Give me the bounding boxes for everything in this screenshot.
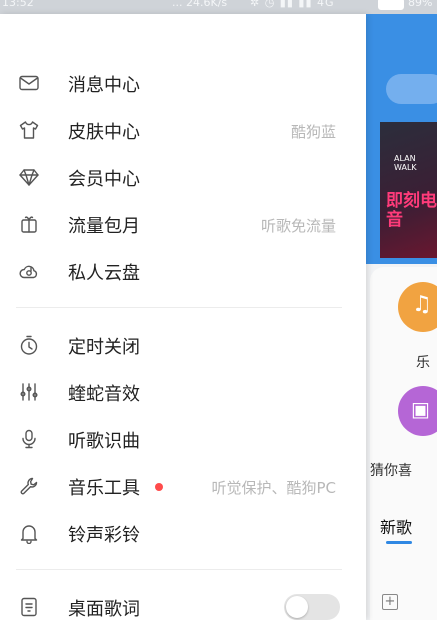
menu-item-label: 定时关闭 bbox=[68, 337, 140, 358]
menu-item-label: 会员中心 bbox=[68, 169, 140, 190]
wrench-icon bbox=[18, 475, 40, 497]
menu-item-sound-effects[interactable]: 蝰蛇音效 bbox=[0, 371, 366, 411]
shirt-icon bbox=[18, 119, 40, 141]
desktop-lyrics-toggle[interactable] bbox=[284, 594, 340, 620]
equalizer-icon bbox=[18, 381, 40, 403]
menu-item-cloud-disk[interactable]: 私人云盘 bbox=[0, 250, 366, 290]
menu-item-label: 私人云盘 bbox=[68, 263, 140, 284]
menu-item-skins[interactable]: 皮肤中心 酷狗蓝 bbox=[0, 109, 366, 149]
divider bbox=[16, 307, 342, 308]
banner-title: 即刻电音 bbox=[386, 191, 437, 230]
menu-item-sleep-timer[interactable]: 定时关闭 bbox=[0, 324, 366, 364]
shortcut-label-1: 乐 bbox=[416, 355, 430, 371]
background-search-bar bbox=[386, 74, 437, 104]
network-type: 4G bbox=[317, 0, 335, 9]
menu-item-messages[interactable]: 消息中心 bbox=[0, 62, 366, 102]
menu-item-label: 音乐工具 bbox=[68, 478, 140, 499]
menu-item-music-tools[interactable]: 音乐工具 听觉保护、酷狗PC bbox=[0, 465, 366, 505]
background-banner: ALAN WALK 即刻电音 bbox=[380, 122, 437, 258]
menu-item-desktop-lyrics[interactable]: 桌面歌词 bbox=[0, 586, 366, 620]
banner-small-text: ALAN WALK bbox=[394, 154, 417, 172]
menu-item-value: 酷狗蓝 bbox=[290, 123, 336, 141]
menu-item-label: 听歌识曲 bbox=[68, 431, 140, 452]
menu-item-vip[interactable]: 会员中心 bbox=[0, 156, 366, 196]
notification-dot bbox=[155, 483, 163, 491]
gift-icon bbox=[18, 213, 40, 235]
menu-item-label: 蝰蛇音效 bbox=[68, 384, 140, 405]
menu-item-value: 听歌免流量 bbox=[260, 217, 336, 235]
lyrics-icon bbox=[18, 596, 40, 618]
bell-icon bbox=[18, 522, 40, 545]
side-drawer: 消息中心 皮肤中心 酷狗蓝 会员中心 流量包月 听歌免流量 私人云盘 定时关闭 bbox=[0, 14, 366, 620]
status-bar: 13:52 ... 24.6K/s ✲ ◷ ▮▮ ▮▮ 4G 89% bbox=[0, 0, 437, 14]
menu-item-label: 消息中心 bbox=[68, 75, 140, 96]
status-time: 13:52 bbox=[2, 0, 34, 9]
toggle-knob bbox=[286, 596, 308, 618]
menu-item-ringtones[interactable]: 铃声彩铃 bbox=[0, 512, 366, 552]
add-icon: + bbox=[382, 594, 398, 610]
menu-item-label: 流量包月 bbox=[68, 216, 140, 237]
envelope-icon bbox=[18, 72, 40, 94]
battery-icon bbox=[378, 0, 404, 10]
background-app[interactable]: ALAN WALK 即刻电音 ♫ 乐 ▣ 猜你喜 新歌 + bbox=[366, 14, 437, 620]
timer-icon bbox=[18, 334, 40, 356]
mic-icon bbox=[18, 428, 40, 450]
cloud-disk-icon bbox=[18, 260, 40, 282]
diamond-icon bbox=[18, 166, 40, 188]
menu-item-label: 皮肤中心 bbox=[68, 122, 140, 143]
divider bbox=[16, 569, 342, 570]
menu-item-value: 听觉保护、酷狗PC bbox=[211, 479, 336, 497]
shortcut-label-2: 猜你喜 bbox=[370, 463, 412, 479]
status-net-speed: ... 24.6K/s bbox=[172, 0, 228, 9]
menu-item-song-recognition[interactable]: 听歌识曲 bbox=[0, 418, 366, 458]
battery-percent: 89% bbox=[408, 0, 433, 9]
section-tab-new-songs: 新歌 bbox=[380, 518, 413, 537]
menu-item-label: 铃声彩铃 bbox=[68, 525, 140, 546]
tab-underline bbox=[386, 541, 412, 544]
menu-item-label: 桌面歌词 bbox=[68, 599, 140, 620]
menu-item-data-plan[interactable]: 流量包月 听歌免流量 bbox=[0, 203, 366, 243]
status-icons: ✲ ◷ ▮▮ ▮▮ 4G bbox=[250, 0, 335, 9]
